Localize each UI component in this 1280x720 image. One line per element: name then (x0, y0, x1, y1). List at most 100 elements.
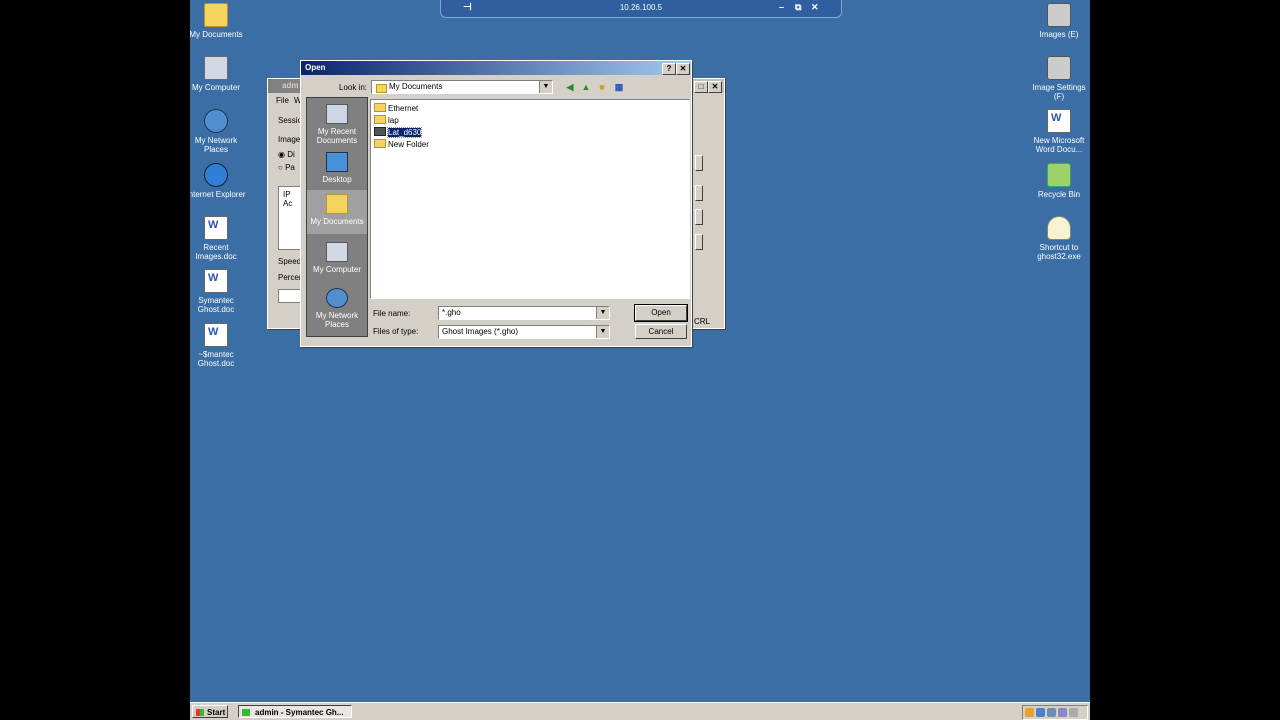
list-item[interactable]: lap (374, 115, 399, 126)
cancel-button[interactable]: Cancel (635, 324, 687, 339)
desktop-icon-my-documents[interactable]: My Documents (190, 3, 246, 39)
tray-icon[interactable] (1036, 708, 1045, 717)
desktop-icon-internet-explorer[interactable]: Internet Explorer (190, 163, 246, 199)
maximize-button[interactable]: □ (694, 81, 708, 93)
word-doc-icon (204, 269, 228, 293)
file-name: Ethernet (388, 104, 419, 113)
look-in-value: My Documents (389, 82, 443, 91)
radio-disk[interactable]: ◉ Di (278, 150, 295, 159)
tray-icon[interactable] (1058, 708, 1067, 717)
file-name: lap (388, 116, 399, 125)
image-label: Image (278, 135, 301, 144)
my-computer-icon (326, 242, 348, 262)
taskbar-item-ghost-console[interactable]: admin - Symantec Gh... (238, 705, 352, 718)
my-computer-icon (204, 56, 228, 80)
desktop-icon-label: Images (E) (1039, 30, 1079, 39)
network-places-icon (204, 109, 228, 133)
view-menu-icon[interactable]: ▦ (613, 81, 625, 93)
desktop-icon-new-word-doc[interactable]: New Microsoft Word Docu... (1029, 109, 1089, 154)
side-button[interactable] (695, 234, 703, 250)
new-folder-icon[interactable]: ■ (596, 81, 608, 93)
open-button[interactable]: Open (634, 304, 688, 322)
desktop-icon-label: My Documents (190, 30, 243, 39)
recent-documents-icon (326, 104, 348, 124)
up-folder-icon[interactable]: ▲ (580, 81, 592, 93)
my-documents-icon (204, 3, 228, 27)
speed-label: Speed (278, 257, 302, 266)
side-button[interactable] (695, 209, 703, 225)
word-doc-icon (204, 323, 228, 347)
desktop-icon-label: My Computer (191, 83, 240, 92)
desktop-icon-temp-ghost-doc[interactable]: ~$mantec Ghost.doc (190, 323, 246, 368)
desktop-icon-network-places[interactable]: My Network Places (190, 109, 246, 154)
folder-icon (376, 84, 387, 93)
desktop-icon-symantec-ghost-doc[interactable]: Symantec Ghost.doc (190, 269, 246, 314)
tray-icon[interactable] (1069, 708, 1078, 717)
desktop-icon-ghost32-shortcut[interactable]: Shortcut to ghost32.exe (1029, 216, 1089, 261)
back-icon[interactable]: ◀ (564, 81, 576, 93)
file-type-label: Files of type: (373, 327, 419, 336)
place-desktop[interactable]: Desktop (307, 148, 367, 184)
file-name-value: *.gho (442, 308, 461, 317)
internet-explorer-icon (204, 163, 228, 187)
close-icon[interactable]: ✕ (811, 2, 819, 13)
side-button[interactable] (695, 185, 703, 201)
place-label: My Documents (310, 217, 364, 226)
desktop-icon-label: Internet Explorer (190, 190, 246, 199)
desktop-icon-image-settings-drive[interactable]: Image Settings (F) (1029, 56, 1089, 101)
open-dialog-titlebar[interactable]: Open ? ✕ (301, 61, 691, 75)
close-button[interactable]: ✕ (708, 81, 722, 93)
menu-file[interactable]: File (276, 96, 289, 105)
desktop-icon-label: Image Settings (F) (1032, 83, 1086, 101)
crl-indicator: CRL (694, 317, 711, 326)
desktop-icon-label: Symantec Ghost.doc (197, 296, 235, 314)
place-my-documents[interactable]: My Documents (307, 190, 367, 234)
chevron-down-icon[interactable]: ▼ (596, 307, 609, 319)
place-network-places[interactable]: My Network Places (307, 284, 367, 329)
file-name: New Folder (388, 140, 429, 149)
desktop-icon-images-drive[interactable]: Images (E) (1029, 3, 1089, 39)
chevron-down-icon[interactable]: ▼ (596, 326, 609, 338)
start-button[interactable]: Start (192, 705, 228, 718)
list-item[interactable]: New Folder (374, 139, 429, 150)
file-name-input[interactable]: *.gho ▼ (438, 306, 610, 320)
restore-icon[interactable]: ⧉ (795, 2, 801, 13)
place-recent-documents[interactable]: My Recent Documents (307, 100, 367, 145)
desktop-icon-label: ~$mantec Ghost.doc (197, 350, 235, 368)
recycle-bin-icon (1047, 163, 1071, 187)
close-button[interactable]: ✕ (676, 63, 690, 75)
place-my-computer[interactable]: My Computer (307, 238, 367, 274)
desktop-icon-recycle-bin[interactable]: Recycle Bin (1029, 163, 1089, 199)
look-in-dropdown[interactable]: My Documents ▼ (371, 80, 553, 94)
file-type-value: Ghost Images (*.gho) (442, 327, 519, 336)
place-label: Desktop (322, 175, 352, 184)
list-item[interactable]: Lat_d630 (374, 127, 423, 138)
radio-partition[interactable]: ○ Pa (278, 163, 295, 172)
desktop-icon (326, 152, 348, 172)
file-name-label: File name: (373, 309, 411, 318)
tray-icon[interactable] (1047, 708, 1056, 717)
desktop-icon-label: My Network Places (194, 136, 238, 154)
desktop-icon-recent-images-doc[interactable]: Recent Images.doc (190, 216, 246, 261)
tray-icon[interactable] (1025, 708, 1034, 717)
desktop-icon-my-computer[interactable]: My Computer (190, 56, 246, 92)
remote-desktop: ⊣ 10.26.100.5 – ⧉ ✕ My Documents My Comp… (190, 0, 1090, 720)
help-button[interactable]: ? (662, 63, 676, 75)
place-label: My Network Places (315, 311, 359, 329)
file-list[interactable]: Ethernet lap Lat_d630 New Folder (370, 99, 690, 299)
chevron-down-icon[interactable]: ▼ (539, 81, 552, 93)
folder-icon (374, 115, 386, 124)
desktop-icon-label: New Microsoft Word Docu... (1033, 136, 1085, 154)
minimize-icon[interactable]: – (779, 2, 784, 12)
look-in-label: Look in: (339, 83, 368, 92)
side-button[interactable] (695, 155, 703, 171)
taskbar: Start admin - Symantec Gh... (190, 702, 1090, 720)
network-places-icon (326, 288, 348, 308)
list-item[interactable]: Ethernet (374, 103, 418, 114)
places-bar: My Recent Documents Desktop My Documents… (306, 97, 368, 337)
desktop-icon-label: Recycle Bin (1037, 190, 1081, 199)
ip-address-list[interactable]: IP Ac (278, 186, 302, 250)
desktop-icon-label: Shortcut to ghost32.exe (1037, 243, 1081, 261)
desktop-icon-label: Recent Images.doc (195, 243, 237, 261)
file-type-dropdown[interactable]: Ghost Images (*.gho) ▼ (438, 325, 610, 339)
